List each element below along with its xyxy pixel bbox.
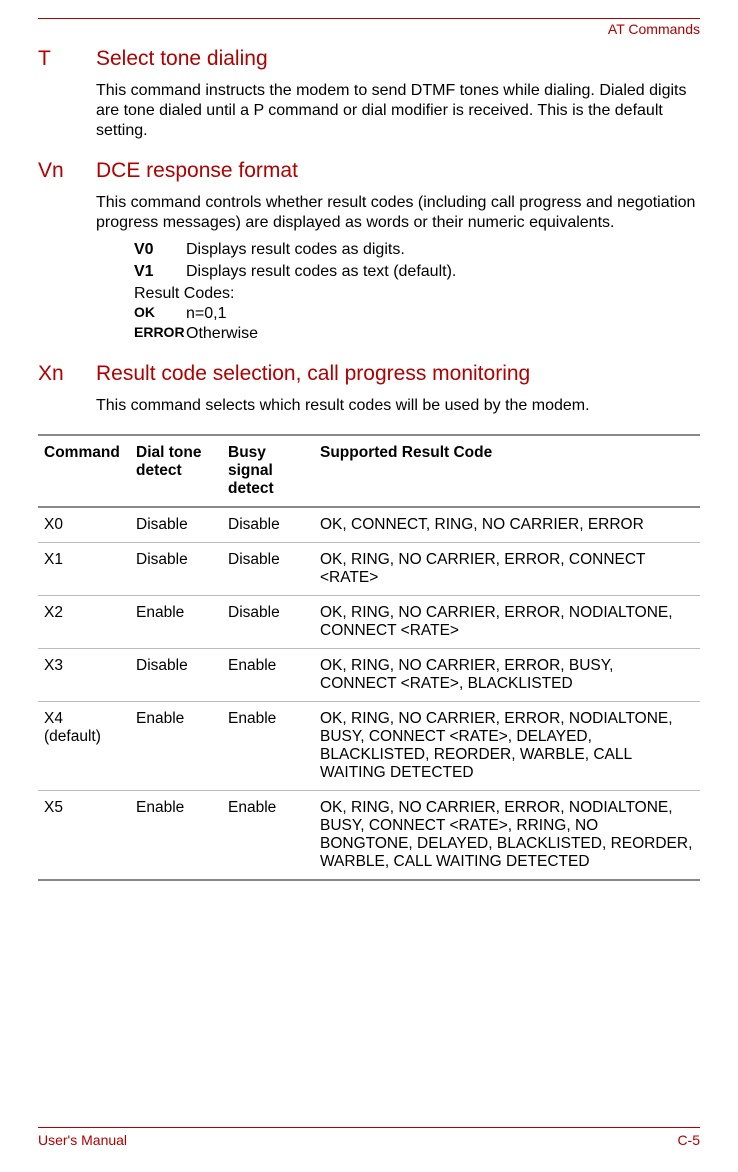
cell-supported: OK, RING, NO CARRIER, ERROR, NODIALTONE,… <box>314 596 700 649</box>
section-xn-body: This command selects which result codes … <box>96 396 700 416</box>
result-ok-val: n=0,1 <box>186 304 226 324</box>
cell-dial: Disable <box>130 543 222 596</box>
cell-command: X5 <box>38 791 130 881</box>
cell-busy: Disable <box>222 507 314 543</box>
section-xn: Xn Result code selection, call progress … <box>38 362 700 416</box>
cell-dial: Disable <box>130 507 222 543</box>
cell-supported: OK, RING, NO CARRIER, ERROR, NODIALTONE,… <box>314 702 700 791</box>
section-xn-heading: Xn Result code selection, call progress … <box>38 362 700 386</box>
page-footer: User's Manual C-5 <box>38 1127 700 1148</box>
table-row: X5 Enable Enable OK, RING, NO CARRIER, E… <box>38 791 700 881</box>
table-row: X3 Disable Enable OK, RING, NO CARRIER, … <box>38 649 700 702</box>
section-vn-heading: Vn DCE response format <box>38 159 700 183</box>
section-vn-code: Vn <box>38 159 96 183</box>
cell-busy: Enable <box>222 791 314 881</box>
cell-busy: Enable <box>222 702 314 791</box>
footer-rule <box>38 1127 700 1128</box>
result-ok-row: OK n=0,1 <box>134 304 700 324</box>
cell-dial: Enable <box>130 702 222 791</box>
cell-dial: Enable <box>130 791 222 881</box>
result-ok-key: OK <box>134 304 186 324</box>
section-vn: Vn DCE response format This command cont… <box>38 159 700 344</box>
cell-supported: OK, CONNECT, RING, NO CARRIER, ERROR <box>314 507 700 543</box>
result-error-row: ERROR Otherwise <box>134 324 700 344</box>
table-row: X0 Disable Disable OK, CONNECT, RING, NO… <box>38 507 700 543</box>
footer-row: User's Manual C-5 <box>38 1132 700 1148</box>
section-xn-title: Result code selection, call progress mon… <box>96 362 530 386</box>
option-v1: V1 Displays result codes as text (defaul… <box>134 261 700 283</box>
th-dial-line1: Dial tone <box>136 444 216 462</box>
th-busy-line1: Busy signal <box>228 444 308 480</box>
th-command: Command <box>38 435 130 507</box>
table-header-row: Command Dial tone detect Busy signal det… <box>38 435 700 507</box>
cell-command: X4 (default) <box>38 702 130 791</box>
table-row: X2 Enable Disable OK, RING, NO CARRIER, … <box>38 596 700 649</box>
section-vn-result-codes: Result Codes: OK n=0,1 ERROR Otherwise <box>134 284 700 344</box>
section-t-title: Select tone dialing <box>96 47 268 71</box>
th-busy-signal: Busy signal detect <box>222 435 314 507</box>
th-supported: Supported Result Code <box>314 435 700 507</box>
result-code-table: Command Dial tone detect Busy signal det… <box>38 434 700 881</box>
cell-supported: OK, RING, NO CARRIER, ERROR, NODIALTONE,… <box>314 791 700 881</box>
table-body: X0 Disable Disable OK, CONNECT, RING, NO… <box>38 507 700 880</box>
section-t: T Select tone dialing This command instr… <box>38 47 700 141</box>
cell-command: X2 <box>38 596 130 649</box>
section-vn-title: DCE response format <box>96 159 298 183</box>
footer-right: C-5 <box>677 1132 700 1148</box>
option-v0: V0 Displays result codes as digits. <box>134 239 700 261</box>
result-codes-label: Result Codes: <box>134 284 700 304</box>
th-dial-line2: detect <box>136 462 216 480</box>
result-error-key: ERROR <box>134 324 186 344</box>
cell-supported: OK, RING, NO CARRIER, ERROR, CONNECT <RA… <box>314 543 700 596</box>
section-vn-body: This command controls whether result cod… <box>96 193 700 233</box>
header-right-label: AT Commands <box>38 21 700 37</box>
cell-command: X1 <box>38 543 130 596</box>
cell-dial: Disable <box>130 649 222 702</box>
cell-busy: Disable <box>222 596 314 649</box>
cell-command: X0 <box>38 507 130 543</box>
header-rule <box>38 18 700 19</box>
cell-busy: Enable <box>222 649 314 702</box>
option-v1-key: V1 <box>134 261 186 283</box>
section-t-code: T <box>38 47 96 71</box>
cell-busy: Disable <box>222 543 314 596</box>
cell-dial: Enable <box>130 596 222 649</box>
table-row: X1 Disable Disable OK, RING, NO CARRIER,… <box>38 543 700 596</box>
section-vn-options: V0 Displays result codes as digits. V1 D… <box>134 239 700 282</box>
section-t-heading: T Select tone dialing <box>38 47 700 71</box>
option-v0-desc: Displays result codes as digits. <box>186 239 405 261</box>
cell-command: X3 <box>38 649 130 702</box>
section-xn-code: Xn <box>38 362 96 386</box>
option-v0-key: V0 <box>134 239 186 261</box>
th-dial-tone: Dial tone detect <box>130 435 222 507</box>
footer-left: User's Manual <box>38 1132 127 1148</box>
cell-supported: OK, RING, NO CARRIER, ERROR, BUSY, CONNE… <box>314 649 700 702</box>
result-error-val: Otherwise <box>186 324 258 344</box>
table-row: X4 (default) Enable Enable OK, RING, NO … <box>38 702 700 791</box>
option-v1-desc: Displays result codes as text (default). <box>186 261 456 283</box>
th-busy-line2: detect <box>228 480 308 498</box>
section-t-body: This command instructs the modem to send… <box>96 81 700 141</box>
